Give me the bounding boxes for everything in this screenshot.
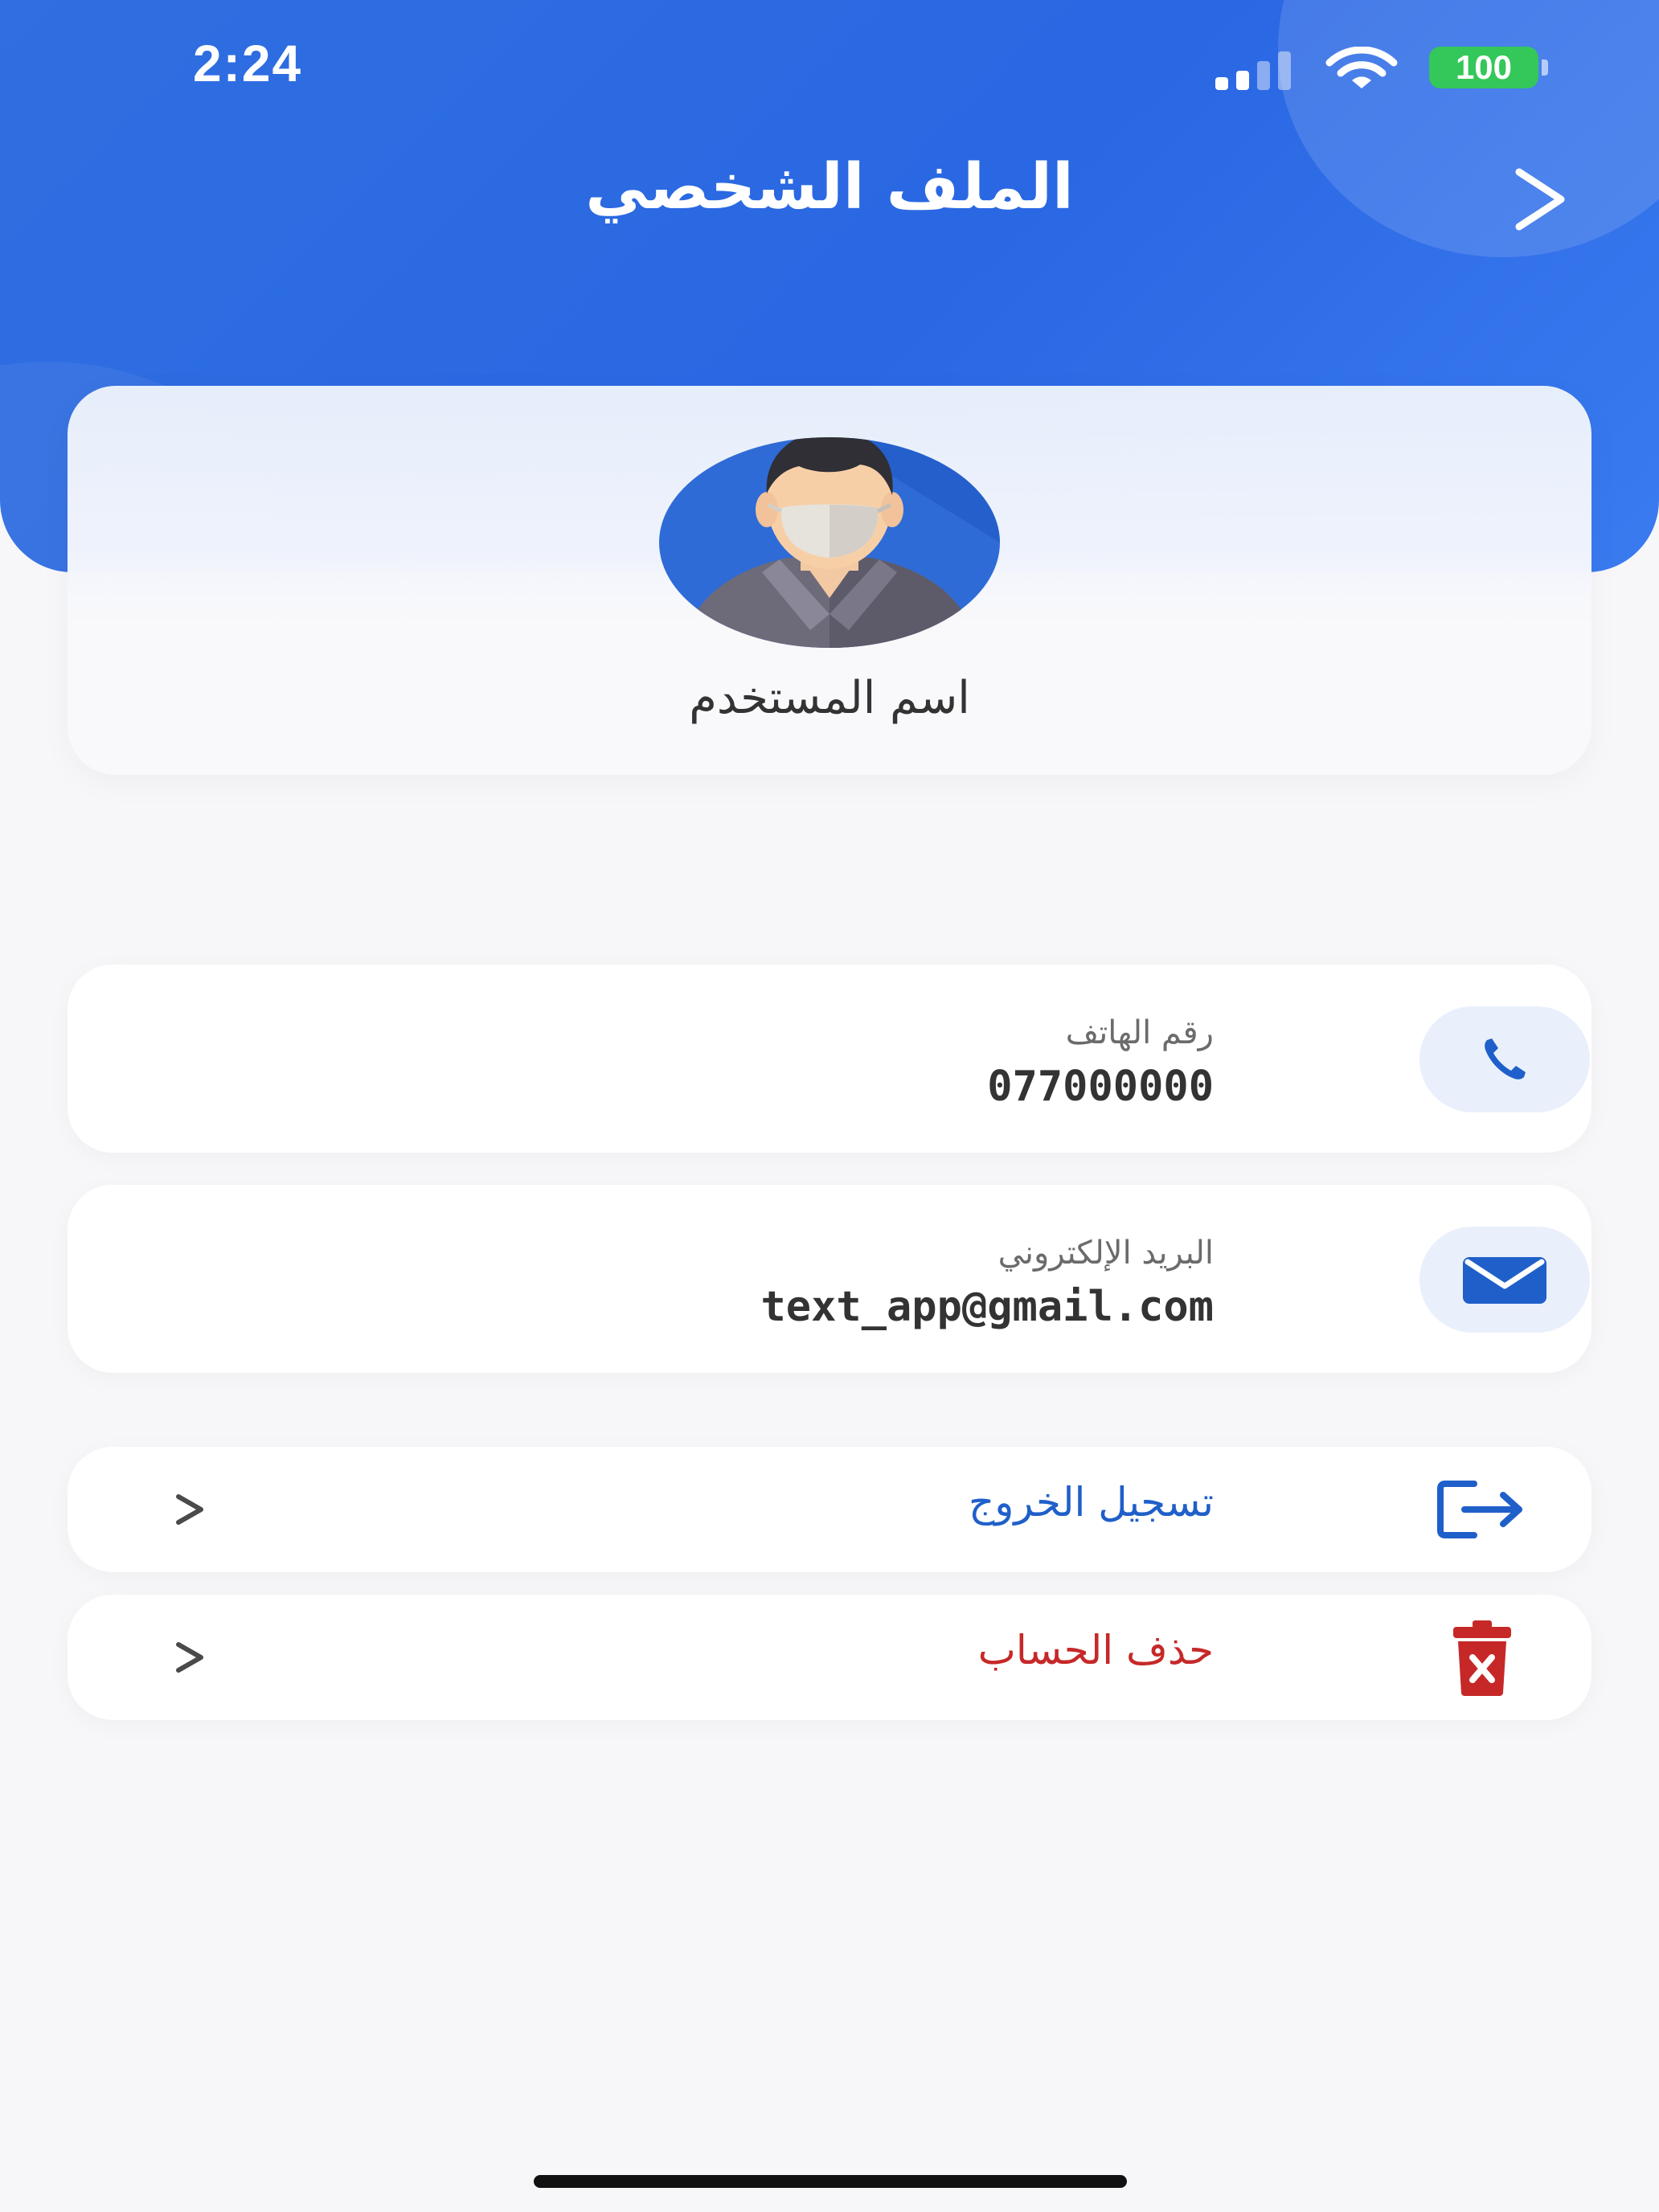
home-indicator[interactable]: [534, 2175, 1127, 2188]
battery-tip: [1542, 59, 1548, 76]
logout-button[interactable]: تسجيل الخروج: [68, 1447, 1591, 1572]
email-card[interactable]: البريد الإلكتروني text_app@gmail.com: [68, 1185, 1591, 1373]
trash-icon: [1453, 1620, 1511, 1696]
email-value: text_app@gmail.com: [760, 1283, 1214, 1331]
mail-icon: [1463, 1257, 1546, 1304]
chevron-right-icon: [176, 1642, 203, 1673]
phone-card[interactable]: رقم الهاتف 077000000: [68, 965, 1591, 1153]
page-title: الملف الشخصي: [585, 151, 1074, 223]
phone-icon: [1485, 1038, 1526, 1079]
delete-account-label: حذف الحساب: [977, 1627, 1214, 1673]
logout-icon: [1437, 1481, 1522, 1538]
status-time: 2:24: [193, 35, 303, 92]
username: اسم المستخدم: [689, 672, 970, 724]
phone-icon-circle: [1419, 1006, 1590, 1112]
email-label: البريد الإلكتروني: [997, 1235, 1214, 1272]
signal-icon: [1215, 51, 1291, 90]
delete-account-button[interactable]: حذف الحساب: [68, 1595, 1591, 1720]
battery-icon: 100: [1429, 47, 1538, 88]
user-avatar-icon: [659, 437, 1000, 648]
chevron-right-icon[interactable]: [1503, 161, 1580, 238]
wifi-icon: [1325, 47, 1398, 88]
phone-value: 077000000: [987, 1063, 1214, 1111]
logout-label: تسجيل الخروج: [968, 1479, 1214, 1526]
phone-label: رقم الهاتف: [1065, 1014, 1214, 1051]
mail-icon-circle: [1419, 1227, 1590, 1333]
chevron-right-icon: [176, 1494, 203, 1525]
profile-screen: 2:24 100 الملف الشخصي اسم المستخدم رقم ا…: [0, 0, 1659, 2212]
